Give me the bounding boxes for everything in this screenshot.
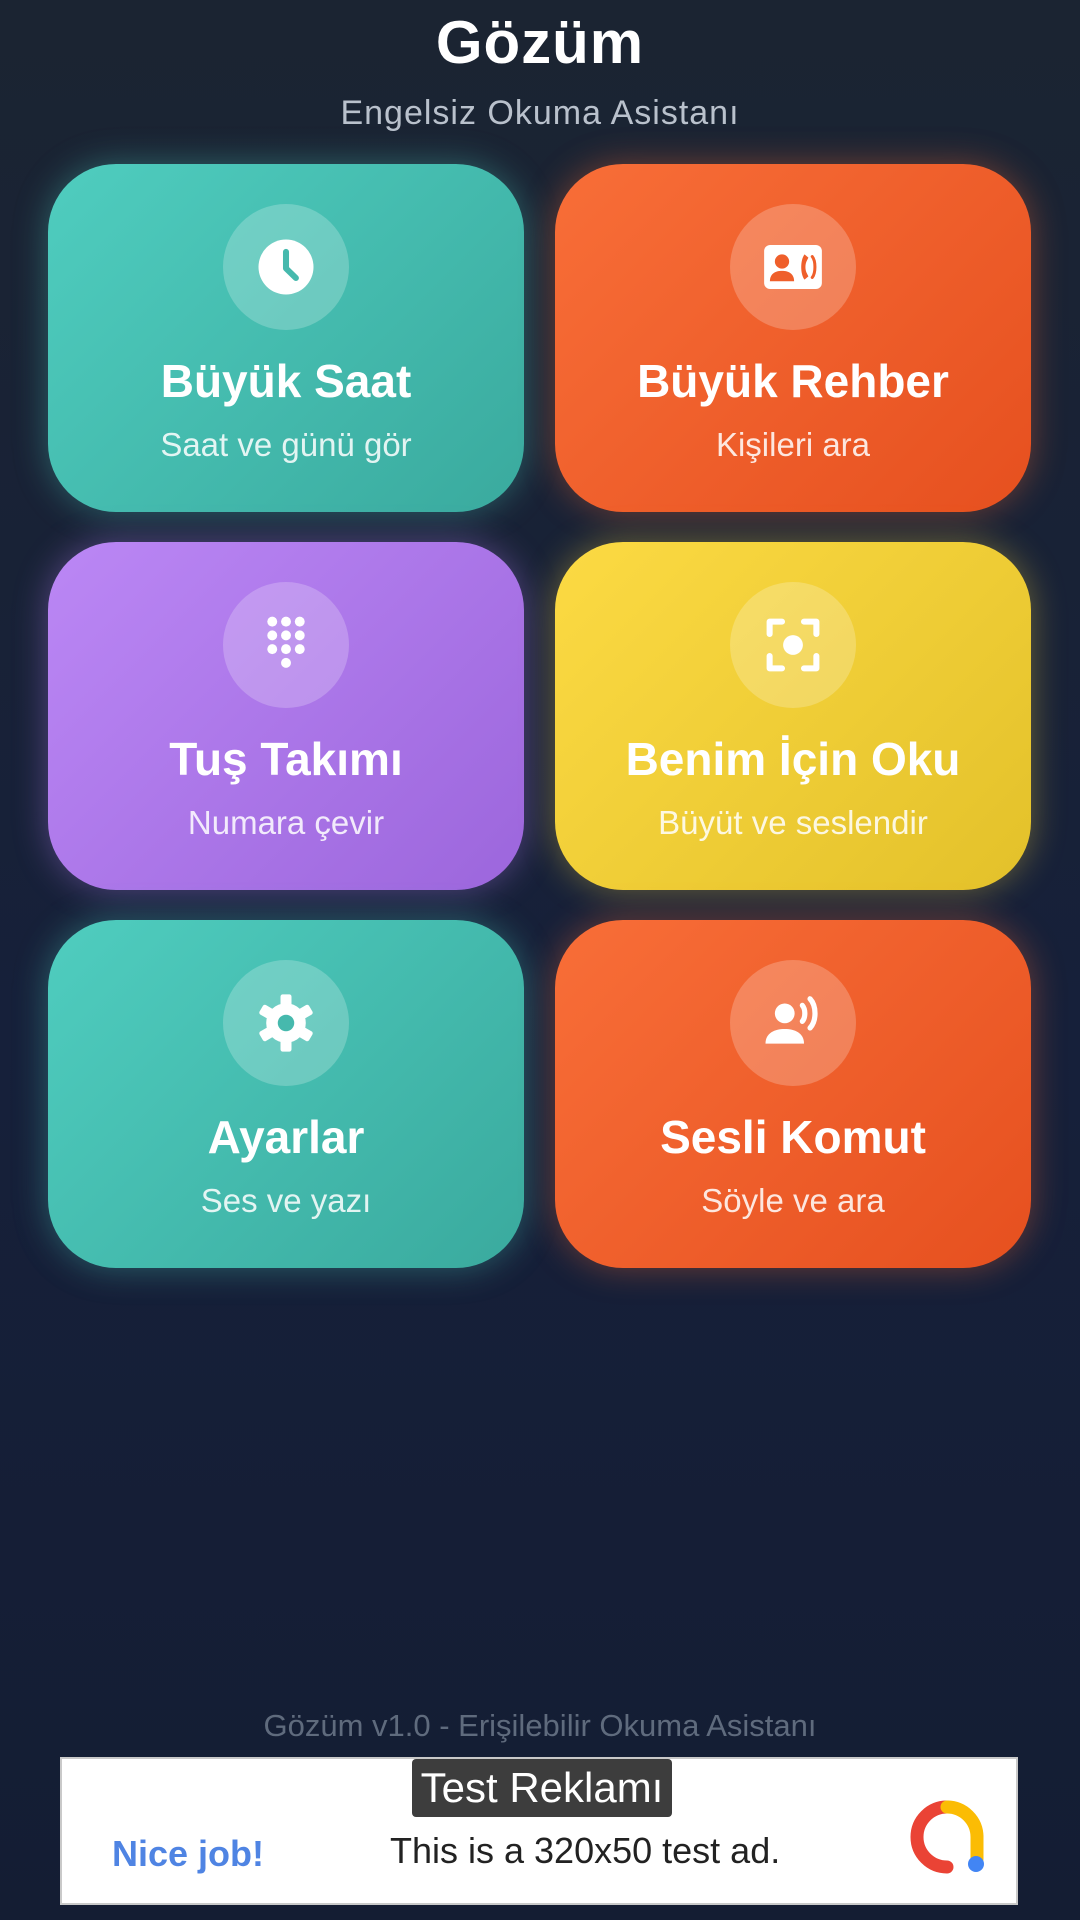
- app-title: Gözüm: [435, 9, 645, 76]
- app-subtitle: Engelsiz Okuma Asistanı: [340, 94, 740, 132]
- voice-person-icon: [730, 960, 856, 1086]
- tile-subtitle: Kişileri ara: [715, 426, 871, 463]
- tile-title: Sesli Komut: [660, 1111, 926, 1163]
- ad-text: This is a 320x50 test ad.: [390, 1830, 781, 1871]
- scan-focus-icon: [730, 582, 856, 708]
- tile-subtitle: Söyle ve ara: [701, 1182, 885, 1219]
- tile-settings[interactable]: Ayarlar Ses ve yazı: [48, 920, 524, 1268]
- ad-headline: Nice job!: [112, 1833, 265, 1874]
- tile-title: Benim İçin Oku: [625, 733, 961, 785]
- tile-subtitle: Numara çevir: [187, 804, 385, 841]
- tile-subtitle: Saat ve günü gör: [160, 426, 412, 463]
- ad-banner[interactable]: Test Reklamı Nice job! This is a 320x50 …: [60, 1757, 1018, 1905]
- ad-test-badge: Test Reklamı: [412, 1759, 672, 1817]
- tile-subtitle: Ses ve yazı: [200, 1182, 372, 1219]
- tile-title: Tuş Takımı: [169, 733, 403, 785]
- tile-big-contacts[interactable]: Büyük Rehber Kişileri ara: [555, 164, 1031, 512]
- dialpad-icon: [223, 582, 349, 708]
- tile-title: Büyük Saat: [160, 355, 412, 407]
- tile-big-clock[interactable]: Büyük Saat Saat ve günü gör: [48, 164, 524, 512]
- tile-read-for-me[interactable]: Benim İçin Oku Büyüt ve seslendir: [555, 542, 1031, 890]
- contact-phone-icon: [730, 204, 856, 330]
- tile-subtitle: Büyüt ve seslendir: [658, 804, 928, 841]
- footer-version-text: Gözüm v1.0 - Erişilebilir Okuma Asistanı: [263, 1708, 817, 1743]
- tile-dialpad[interactable]: Tuş Takımı Numara çevir: [48, 542, 524, 890]
- tile-title: Ayarlar: [207, 1111, 365, 1163]
- admob-logo-icon: [907, 1797, 987, 1877]
- clock-icon: [223, 204, 349, 330]
- tile-title: Büyük Rehber: [637, 355, 949, 407]
- gear-icon: [223, 960, 349, 1086]
- tile-voice-command[interactable]: Sesli Komut Söyle ve ara: [555, 920, 1031, 1268]
